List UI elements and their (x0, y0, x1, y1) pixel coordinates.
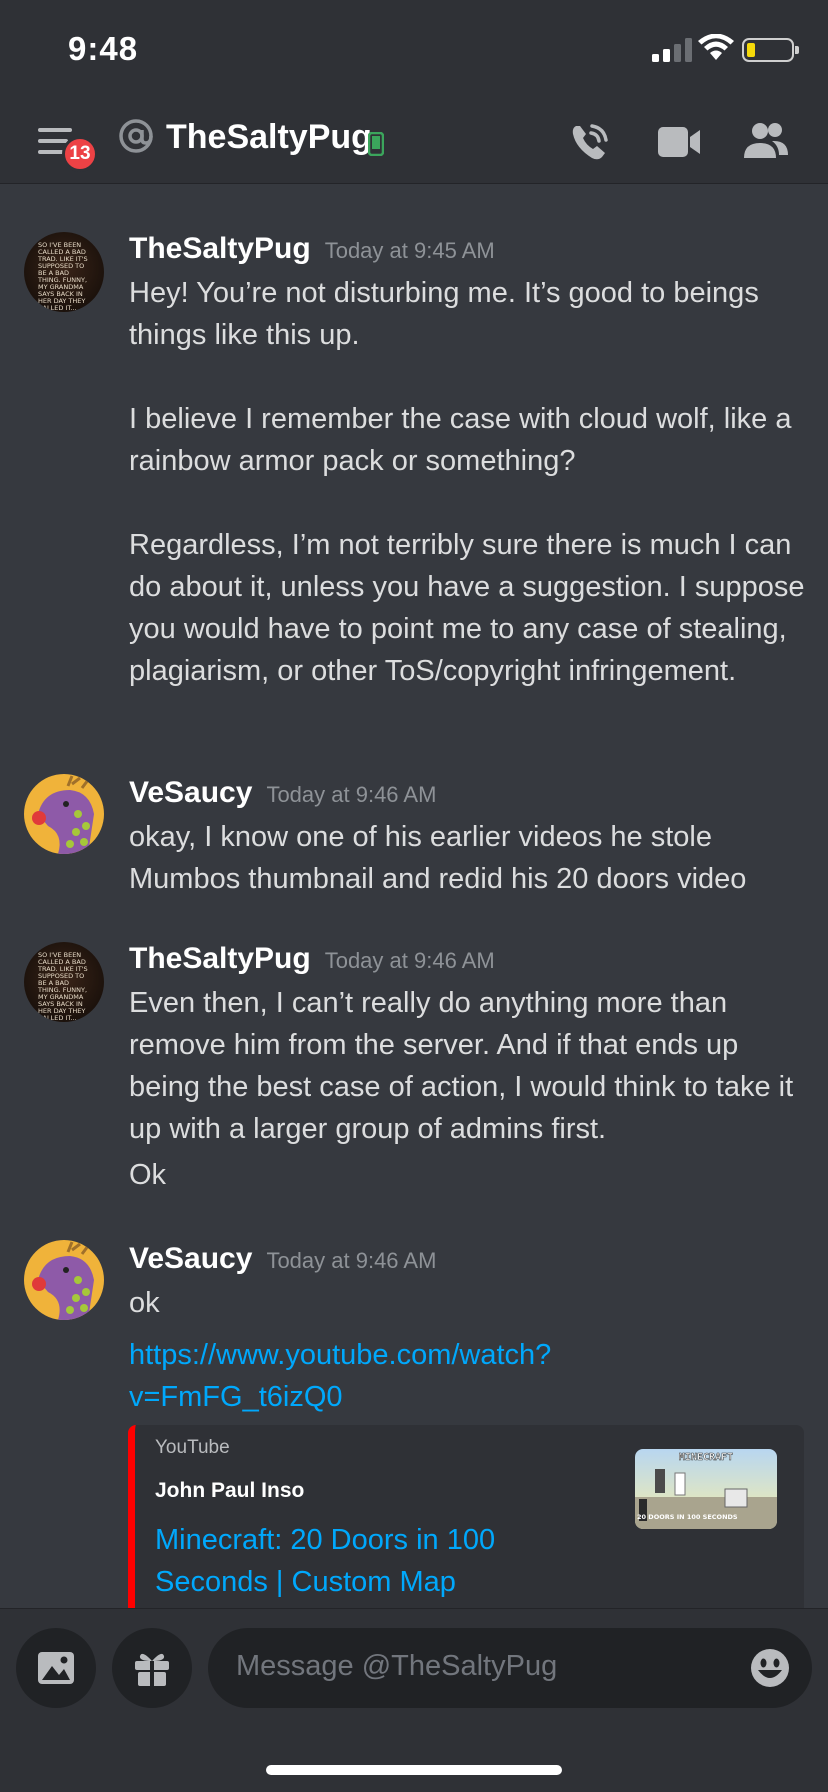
battery-icon (742, 38, 799, 62)
message-input-placeholder: Message @TheSaltyPug (236, 1650, 558, 1682)
message-body: okay, I know one of his earlier videos h… (129, 816, 809, 900)
channel-title[interactable]: TheSaltyPug (166, 118, 372, 157)
link-text[interactable]: https://www.youtube.com/watch? (129, 1339, 551, 1371)
members-icon[interactable] (742, 120, 790, 162)
avatar-meme-text: SO I'VE BEEN CALLED A BAD TRAD. LIKE IT'… (38, 241, 88, 313)
embed-title[interactable]: Minecraft: 20 Doors in 100 Seconds | Cus… (155, 1519, 555, 1603)
voice-call-icon[interactable] (568, 120, 612, 164)
message-author[interactable]: TheSaltyPug (129, 942, 311, 975)
image-icon (38, 1652, 74, 1684)
message-body: ok https://www.youtube.com/watch? v=FmFG… (129, 1282, 809, 1418)
youtube-link[interactable]: https://www.youtube.com/watch? v=FmFG_t6… (129, 1334, 809, 1418)
message-paragraph: Hey! You’re not disturbing me. It’s good… (129, 277, 759, 351)
message-paragraph: Ok (129, 1159, 167, 1191)
message-timestamp: Today at 9:46 AM (324, 948, 495, 973)
mobile-online-icon (368, 132, 384, 156)
avatar[interactable] (24, 1240, 104, 1320)
link-text[interactable]: v=FmFG_t6izQ0 (129, 1381, 343, 1413)
message-paragraph: Even then, I can’t really do anything mo… (129, 987, 794, 1145)
message-paragraph: Regardless, I’m not terribly sure there … (129, 529, 805, 687)
home-indicator[interactable] (266, 1765, 562, 1775)
at-sign-icon (119, 119, 153, 153)
status-time: 9:48 (68, 30, 139, 67)
message-paragraph (129, 482, 809, 524)
message-input[interactable]: Message @TheSaltyPug (208, 1628, 812, 1708)
avatar[interactable]: SO I'VE BEEN CALLED A BAD TRAD. LIKE IT'… (24, 232, 104, 312)
message-timestamp: Today at 9:46 AM (266, 1248, 437, 1273)
message-paragraph: ok (129, 1287, 160, 1319)
message-paragraph: I believe I remember the case with cloud… (129, 403, 792, 477)
avatar[interactable]: SO I'VE BEEN CALLED A BAD TRAD. LIKE IT'… (24, 942, 104, 1022)
message-paragraph (129, 356, 809, 398)
embed-provider[interactable]: YouTube (155, 1437, 230, 1459)
emoji-icon[interactable] (750, 1648, 790, 1688)
top-bar: 9:48 13 TheSaltyPug (0, 0, 828, 184)
message-author[interactable]: VeSaucy (129, 776, 252, 809)
message-timestamp: Today at 9:46 AM (266, 782, 437, 807)
thumbnail-caption: MINECRAFT (679, 1452, 733, 1463)
avatar[interactable] (24, 774, 104, 854)
thumbnail-caption: 20 DOORS IN 100 SECONDS (637, 1513, 738, 1521)
reindeer-avatar-icon (32, 775, 94, 854)
message-author[interactable]: TheSaltyPug (129, 232, 311, 265)
message-timestamp: Today at 9:45 AM (324, 238, 495, 263)
wifi-icon (698, 34, 734, 60)
cell-signal-icon (652, 38, 692, 62)
video-call-icon[interactable] (656, 122, 702, 162)
attach-image-button[interactable] (16, 1628, 96, 1708)
embed-author[interactable]: John Paul Inso (155, 1479, 304, 1503)
gift-icon (135, 1653, 169, 1686)
reindeer-avatar-icon (32, 1241, 94, 1320)
message-paragraph: okay, I know one of his earlier videos h… (129, 821, 747, 895)
message-body: Hey! You’re not disturbing me. It’s good… (129, 272, 809, 692)
unread-badge: 13 (62, 136, 98, 172)
message-body: Even then, I can’t really do anything mo… (129, 982, 809, 1196)
message-author[interactable]: VeSaucy (129, 1242, 252, 1275)
link-embed[interactable]: YouTube John Paul Inso Minecraft: 20 Doo… (128, 1425, 804, 1615)
thumbnail-art: MINECRAFT 20 DOORS IN 100 SECONDS (635, 1452, 777, 1529)
video-thumbnail[interactable]: MINECRAFT 20 DOORS IN 100 SECONDS (635, 1449, 777, 1529)
avatar-meme-text: SO I'VE BEEN CALLED A BAD TRAD. LIKE IT'… (38, 951, 88, 1023)
gift-button[interactable] (112, 1628, 192, 1708)
